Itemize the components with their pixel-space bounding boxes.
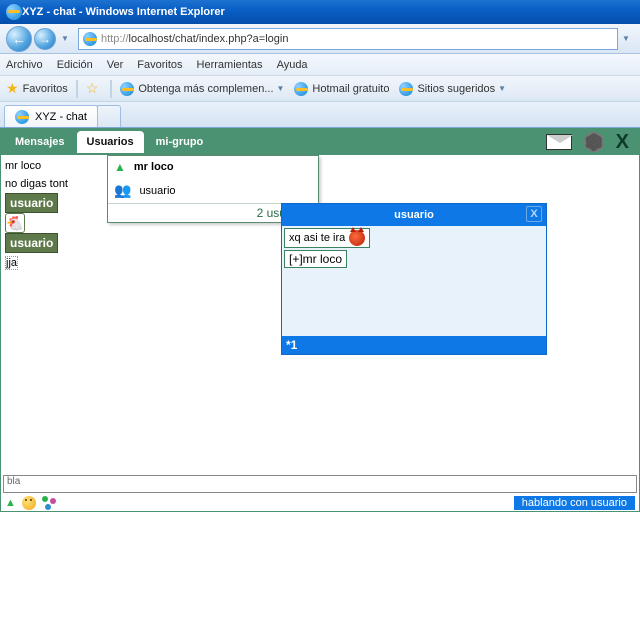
gear-icon[interactable] (584, 132, 604, 152)
user-name: usuario (139, 185, 175, 197)
color-picker-icon[interactable] (42, 496, 58, 510)
user-name: mr loco (134, 161, 174, 173)
chevron-down-icon: ▼ (498, 84, 506, 93)
browser-tab[interactable]: XYZ - chat (4, 105, 98, 127)
menu-edicion[interactable]: Edición (57, 59, 93, 71)
tab-favicon (15, 110, 29, 124)
status-text: hablando con usuario (514, 496, 635, 510)
online-icon: ▲ (114, 160, 126, 174)
page-icon (83, 32, 97, 46)
separator (110, 80, 112, 98)
avatar-icon[interactable] (5, 213, 25, 233)
tab-title: XYZ - chat (35, 111, 87, 123)
favlink-hotmail-label: Hotmail gratuito (312, 83, 389, 95)
separator (76, 80, 78, 98)
tab-migrupo[interactable]: mi-grupo (146, 131, 214, 153)
devil-emoji-icon (349, 230, 365, 246)
browser-navbar: ← → ▼ http:// localhost/chat/index.php?a… (0, 24, 640, 54)
mail-icon[interactable] (546, 134, 572, 150)
ie-icon (120, 82, 134, 96)
window-titlebar: XYZ - chat - Windows Internet Explorer (0, 0, 640, 24)
favorites-toolbar: ★ Favoritos ☆ Obtenga más complemen... ▼… (0, 76, 640, 102)
user-badge[interactable]: usuario (5, 233, 58, 253)
window-title: XYZ - chat - Windows Internet Explorer (22, 6, 225, 18)
private-chat-window: usuario X xq asi te ira [+]mr loco *1 (281, 203, 547, 355)
user-row-mrloco[interactable]: ▲ mr loco (108, 156, 318, 178)
favlink-hotmail[interactable]: Hotmail gratuito (294, 82, 389, 96)
tab-usuarios[interactable]: Usuarios (77, 131, 144, 153)
menu-herramientas[interactable]: Herramientas (197, 59, 263, 71)
close-icon[interactable]: X (526, 206, 542, 222)
back-button[interactable]: ← (6, 26, 32, 52)
nav-history-dropdown[interactable]: ▼ (58, 28, 72, 50)
ie-icon (399, 82, 413, 96)
menu-favoritos[interactable]: Favoritos (137, 59, 182, 71)
private-chat-body: xq asi te ira [+]mr loco (282, 226, 546, 336)
address-bar[interactable]: http:// localhost/chat/index.php?a=login (78, 28, 618, 50)
favoritos-button[interactable]: Favoritos (23, 83, 68, 95)
group-icon: 👥 (114, 182, 131, 199)
user-row-usuario[interactable]: 👥 usuario (108, 178, 318, 203)
address-dropdown[interactable]: ▼ (618, 34, 634, 43)
chat-bubble: [+]mr loco (284, 250, 347, 268)
browser-menubar: Archivo Edición Ver Favoritos Herramient… (0, 54, 640, 76)
star-add-icon[interactable]: ☆ (86, 80, 99, 97)
address-protocol: http:// (101, 33, 129, 45)
smiley-icon[interactable] (22, 496, 36, 510)
close-icon[interactable]: X (616, 131, 629, 154)
ie-icon (294, 82, 308, 96)
menu-ayuda[interactable]: Ayuda (277, 59, 308, 71)
menu-ver[interactable]: Ver (107, 59, 124, 71)
chat-bubble: xq asi te ira (284, 228, 370, 248)
status-bar: ▲ hablando con usuario (1, 495, 639, 511)
chat-body: mr loco no digas tont usuario usuario jj… (1, 155, 639, 511)
forward-button[interactable]: → (34, 28, 56, 50)
favlink-sitios[interactable]: Sitios sugeridos ▼ (399, 82, 506, 96)
msg-line: jja (5, 256, 18, 270)
input-area: bla (3, 475, 637, 493)
new-tab-button[interactable] (97, 105, 121, 127)
chat-app: Mensajes Usuarios mi-grupo X mr loco no … (0, 128, 640, 512)
message-input[interactable]: bla (3, 475, 637, 493)
private-chat-footer: *1 (282, 336, 546, 354)
user-badge[interactable]: usuario (5, 193, 58, 213)
star-icon: ★ (6, 80, 19, 97)
chevron-down-icon: ▼ (277, 84, 285, 93)
favlink-sitios-label: Sitios sugeridos (417, 83, 495, 95)
menu-archivo[interactable]: Archivo (6, 59, 43, 71)
favlink-obtenga[interactable]: Obtenga más complemen... ▼ (120, 82, 284, 96)
chat-app-header: Mensajes Usuarios mi-grupo X (1, 129, 639, 155)
tab-mensajes[interactable]: Mensajes (5, 131, 75, 153)
chat-msg-text: xq asi te ira (289, 232, 345, 244)
online-icon[interactable]: ▲ (5, 497, 16, 509)
ie-logo-icon (6, 4, 22, 20)
private-chat-titlebar[interactable]: usuario X (282, 204, 546, 226)
private-chat-title: usuario (394, 209, 434, 221)
browser-tabstrip: XYZ - chat (0, 102, 640, 128)
favlink-obtenga-label: Obtenga más complemen... (138, 83, 273, 95)
address-path: localhost/chat/index.php?a=login (129, 33, 289, 45)
